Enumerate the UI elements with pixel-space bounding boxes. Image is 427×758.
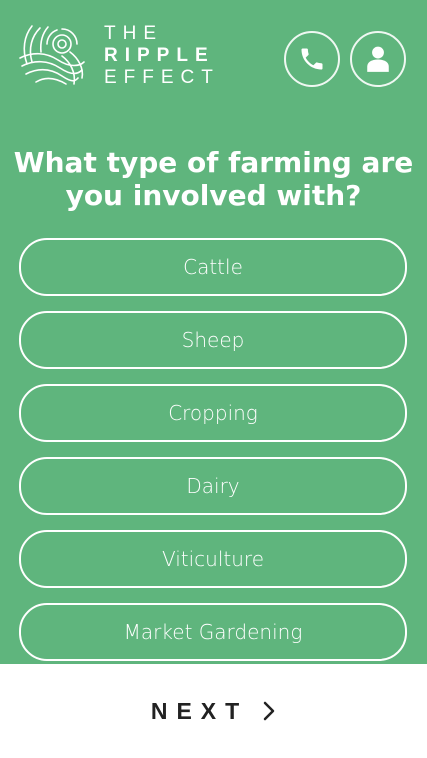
option-cattle[interactable]: Cattle: [19, 238, 407, 296]
logo-text: THE RIPPLE EFFECT: [104, 23, 220, 89]
option-market-gardening[interactable]: Market Gardening: [19, 603, 407, 661]
next-label: NEXT: [150, 697, 249, 724]
logo[interactable]: THE RIPPLE EFFECT: [18, 22, 220, 90]
phone-button[interactable]: [284, 31, 340, 87]
ripple-logo-icon: [19, 25, 85, 85]
phone-icon: [301, 48, 323, 70]
question-heading: What type of farming are you involved wi…: [13, 146, 414, 212]
account-button[interactable]: [350, 31, 406, 87]
option-dairy[interactable]: Dairy: [19, 457, 407, 515]
chevron-right-icon: [263, 701, 275, 721]
logo-line-3: EFFECT: [104, 67, 220, 88]
option-cropping[interactable]: Cropping: [19, 384, 407, 442]
logo-line-1: THE: [104, 23, 163, 44]
user-icon: [367, 46, 389, 72]
option-viticulture[interactable]: Viticulture: [19, 530, 407, 588]
next-button[interactable]: NEXT: [0, 664, 427, 758]
app-header: THE RIPPLE EFFECT: [0, 0, 427, 120]
logo-line-2: RIPPLE: [104, 45, 215, 66]
option-sheep[interactable]: Sheep: [19, 311, 407, 369]
